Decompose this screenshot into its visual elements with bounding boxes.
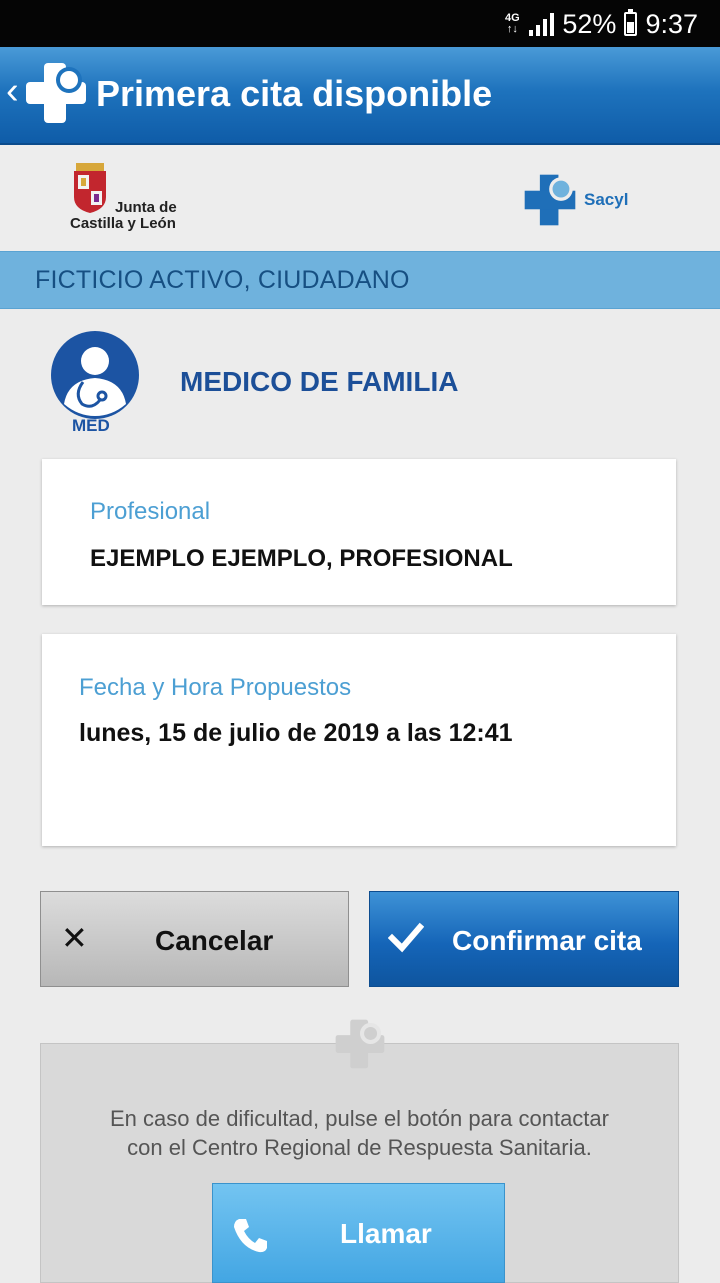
user-name: FICTICIO ACTIVO, CIUDADANO xyxy=(35,266,410,294)
sacyl-logo-icon xyxy=(524,174,576,226)
signal-icon xyxy=(529,12,555,36)
junta-castilla-leon-logo: Junta de Castilla y León xyxy=(70,200,177,232)
close-icon: ✕ xyxy=(61,920,88,956)
app-bar: ‹ Primera cita disponible xyxy=(0,47,720,145)
screen-title: Primera cita disponible xyxy=(96,73,493,114)
call-button[interactable]: Llamar xyxy=(212,1183,505,1283)
data-activity-label: ↑↓ xyxy=(506,23,518,35)
appointment-label: Fecha y Hora Propuestos xyxy=(79,674,352,701)
help-text-line2: con el Centro Regional de Respuesta Sani… xyxy=(127,1135,592,1160)
status-bar: 4G ↑↓ 52% 9:37 xyxy=(0,0,720,47)
doctor-icon xyxy=(51,331,139,419)
clock: 9:37 xyxy=(645,8,698,39)
appointment-card: Fecha y Hora Propuestos lunes, 15 de jul… xyxy=(42,634,676,846)
professional-label: Profesional xyxy=(90,498,211,525)
phone-icon xyxy=(234,1219,267,1253)
service-icon-label: MED xyxy=(72,416,110,435)
battery-percent: 52% xyxy=(562,8,617,39)
junta-logo-line2: Castilla y León xyxy=(70,215,176,232)
professional-card: Profesional EJEMPLO EJEMPLO, PROFESIONAL xyxy=(42,459,676,605)
confirm-button-label: Confirmar cita xyxy=(452,925,642,956)
network-type-indicator: 4G ↑↓ xyxy=(503,13,521,35)
junta-logo-line1: Junta de xyxy=(115,199,177,216)
check-icon xyxy=(388,922,424,953)
help-text-line1: En caso de dificultad, pulse el botón pa… xyxy=(110,1106,609,1131)
confirm-appointment-button[interactable]: Confirmar cita xyxy=(369,891,679,987)
sacyl-logo-label: Sacyl xyxy=(584,190,629,209)
user-bar: FICTICIO ACTIVO, CIUDADANO xyxy=(0,251,720,309)
sacyl-watermark-icon xyxy=(335,1019,385,1069)
cancel-button[interactable]: ✕ Cancelar xyxy=(40,891,349,987)
professional-name: EJEMPLO EJEMPLO, PROFESIONAL xyxy=(90,545,513,572)
status-icons: 4G ↑↓ 52% 9:37 xyxy=(503,8,698,40)
cancel-button-label: Cancelar xyxy=(155,925,274,956)
institution-logos: Junta de Castilla y León Sacyl xyxy=(0,145,720,251)
service-title: MEDICO DE FAMILIA xyxy=(180,366,459,397)
appointment-datetime: lunes, 15 de julio de 2019 a las 12:41 xyxy=(79,719,513,747)
battery-icon xyxy=(624,9,638,36)
chevron-left-icon[interactable]: ‹ xyxy=(6,71,19,111)
call-button-label: Llamar xyxy=(340,1218,432,1249)
help-text: En caso de dificultad, pulse el botón pa… xyxy=(41,1104,678,1162)
sacyl-cross-icon[interactable] xyxy=(24,61,88,125)
